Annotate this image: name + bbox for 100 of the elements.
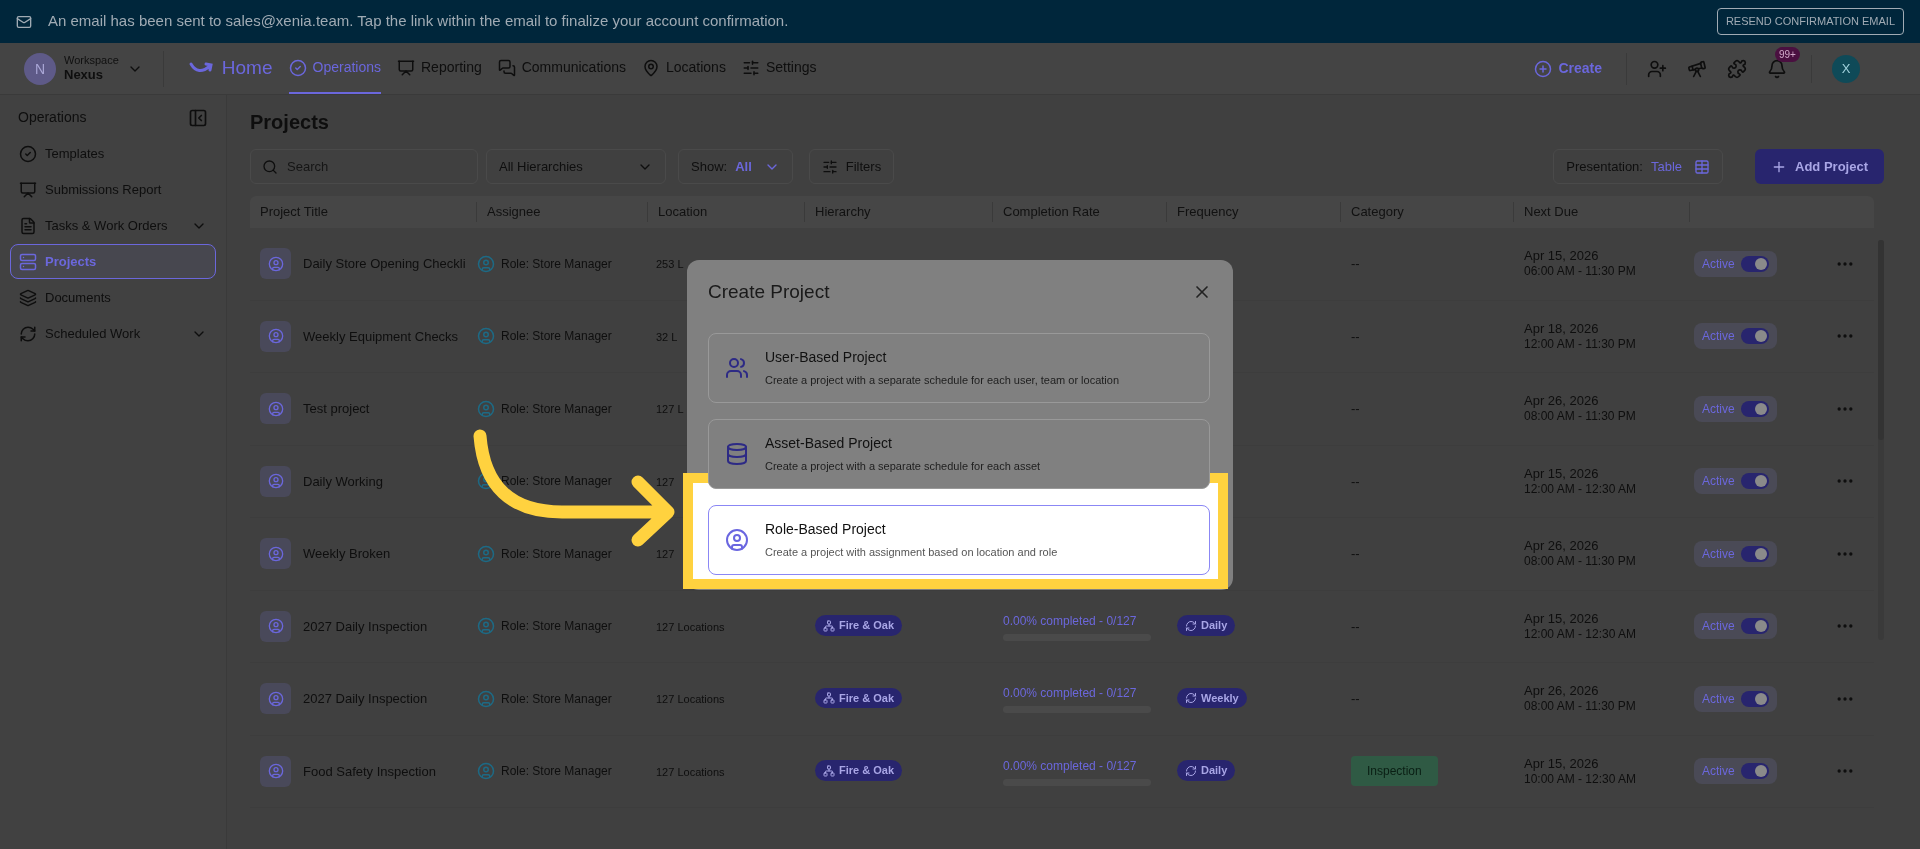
status-label: Active [1702, 328, 1735, 346]
toggle-switch[interactable] [1740, 255, 1769, 272]
server-stack-icon [19, 252, 37, 271]
frequency-tag: Weekly [1177, 687, 1247, 709]
user-plus-icon[interactable] [1647, 58, 1667, 79]
sidebar-item[interactable]: Projects [10, 244, 216, 279]
option-title: Role-Based Project [765, 519, 887, 539]
dialog-title: Create Project [708, 280, 830, 304]
table-grid-icon [1694, 158, 1711, 175]
toggle-switch[interactable] [1740, 763, 1769, 780]
nav-tab[interactable]: Operations [288, 43, 381, 94]
resend-email-button[interactable]: RESEND CONFIRMATION EMAIL [1716, 8, 1904, 35]
status-control[interactable]: Active [1694, 468, 1777, 495]
hierarchy-tag: Fire & Oak [815, 615, 903, 636]
notification-badge: 99+ [1775, 46, 1800, 62]
toggle-switch[interactable] [1740, 473, 1769, 490]
check-circle-icon [288, 58, 307, 77]
toggle-switch[interactable] [1740, 618, 1769, 635]
toggle-switch[interactable] [1740, 545, 1769, 562]
option-description: Create a project with assignment based on location and role [765, 544, 1058, 560]
user-circle-icon [267, 255, 284, 272]
status-control[interactable]: Active [1694, 540, 1777, 567]
user-circle-icon [477, 544, 495, 563]
status-control[interactable]: Active [1694, 395, 1777, 422]
telescope-icon[interactable] [1687, 58, 1707, 79]
toggle-switch[interactable] [1740, 400, 1769, 417]
document-icon [19, 216, 37, 235]
user-circle-icon [267, 618, 284, 635]
hierarchy-icon [823, 764, 835, 777]
user-circle-icon [725, 527, 749, 552]
hierarchy-icon [823, 692, 835, 705]
category-text: -- [1351, 618, 1360, 634]
chat-bubbles-icon [497, 58, 516, 77]
status-label: Active [1702, 473, 1735, 491]
user-circle-icon [477, 617, 495, 636]
sliders-icon [741, 58, 760, 77]
status-label: Active [1702, 545, 1735, 563]
create-button[interactable]: Create [1534, 58, 1602, 79]
option-title: User-Based Project [765, 347, 888, 367]
status-label: Active [1702, 690, 1735, 708]
check-circle-icon [19, 144, 37, 163]
search-icon [262, 159, 278, 175]
project-type-option[interactable]: Asset-Based Project Create a project with a separate schedule for each asset [708, 418, 1210, 489]
category-text: -- [1351, 256, 1360, 271]
mail-icon [16, 13, 32, 30]
hierarchy-tag: Fire & Oak [815, 760, 903, 781]
puzzle-icon[interactable] [1727, 58, 1747, 79]
status-label: Active [1702, 255, 1735, 273]
status-control[interactable]: Active [1694, 685, 1777, 712]
user-circle-icon [267, 328, 284, 345]
user-circle-icon [477, 327, 495, 346]
project-type-option[interactable]: Role-Based Project Create a project with assignment based on location and role [708, 504, 1210, 575]
completion-text: 0.00% completed - 0/127 [1003, 757, 1138, 775]
bell-icon[interactable] [1767, 58, 1787, 79]
completion-text: 0.00% completed - 0/127 [1003, 685, 1138, 703]
category-text: -- [1351, 546, 1360, 561]
user-circle-icon [267, 400, 284, 417]
user-circle-icon [477, 254, 495, 273]
sliders-icon [821, 158, 838, 175]
users-icon [725, 355, 749, 380]
collapse-panel-icon[interactable] [188, 107, 208, 128]
add-project-button[interactable]: Add Project [1755, 149, 1884, 184]
refresh-icon [1185, 619, 1197, 632]
user-circle-icon [477, 762, 495, 781]
project-type-option[interactable]: User-Based Project Create a project with a separate schedule for each user, team or location [708, 332, 1210, 403]
refresh-icon [19, 324, 37, 343]
category-text: -- [1351, 691, 1360, 706]
option-description: Create a project with a separate schedule for each user, team or location [765, 372, 1120, 388]
coins-stack-icon [725, 441, 749, 466]
category-text: -- [1351, 328, 1360, 344]
user-circle-icon [477, 399, 495, 418]
toggle-switch[interactable] [1740, 690, 1769, 707]
status-label: Active [1702, 618, 1735, 636]
presentation-board-icon [397, 58, 415, 77]
map-pin-icon [641, 58, 660, 77]
user-avatar[interactable]: X [1832, 54, 1860, 83]
frequency-tag: Daily [1177, 615, 1236, 636]
presentation-board-icon [19, 180, 37, 199]
option-description: Create a project with a separate schedule for each asset [765, 458, 1041, 474]
completion-text: 0.00% completed - 0/127 [1003, 612, 1138, 630]
status-label: Active [1702, 763, 1735, 781]
frequency-tag: Daily [1177, 760, 1236, 781]
status-control[interactable]: Active [1694, 323, 1777, 350]
banner-message: An email has been sent to sales@xenia.team. Tap the link within the email to finalize your account confirmation. [48, 11, 789, 32]
plus-circle-icon [1534, 59, 1553, 78]
refresh-icon [1185, 764, 1197, 777]
status-control[interactable]: Active [1694, 250, 1777, 277]
status-control[interactable]: Active [1694, 613, 1777, 640]
toggle-switch[interactable] [1740, 328, 1769, 345]
user-circle-icon [267, 545, 284, 562]
user-circle-icon [267, 473, 284, 490]
user-circle-icon [267, 690, 284, 707]
category-text: -- [1351, 473, 1360, 489]
workspace-avatar: N [24, 52, 56, 85]
home-logo[interactable]: Home [187, 54, 273, 83]
status-label: Active [1702, 400, 1735, 418]
user-circle-icon [477, 689, 495, 708]
layers-icon [19, 288, 37, 307]
status-control[interactable]: Active [1694, 758, 1777, 785]
category-tag: Inspection [1351, 756, 1438, 787]
